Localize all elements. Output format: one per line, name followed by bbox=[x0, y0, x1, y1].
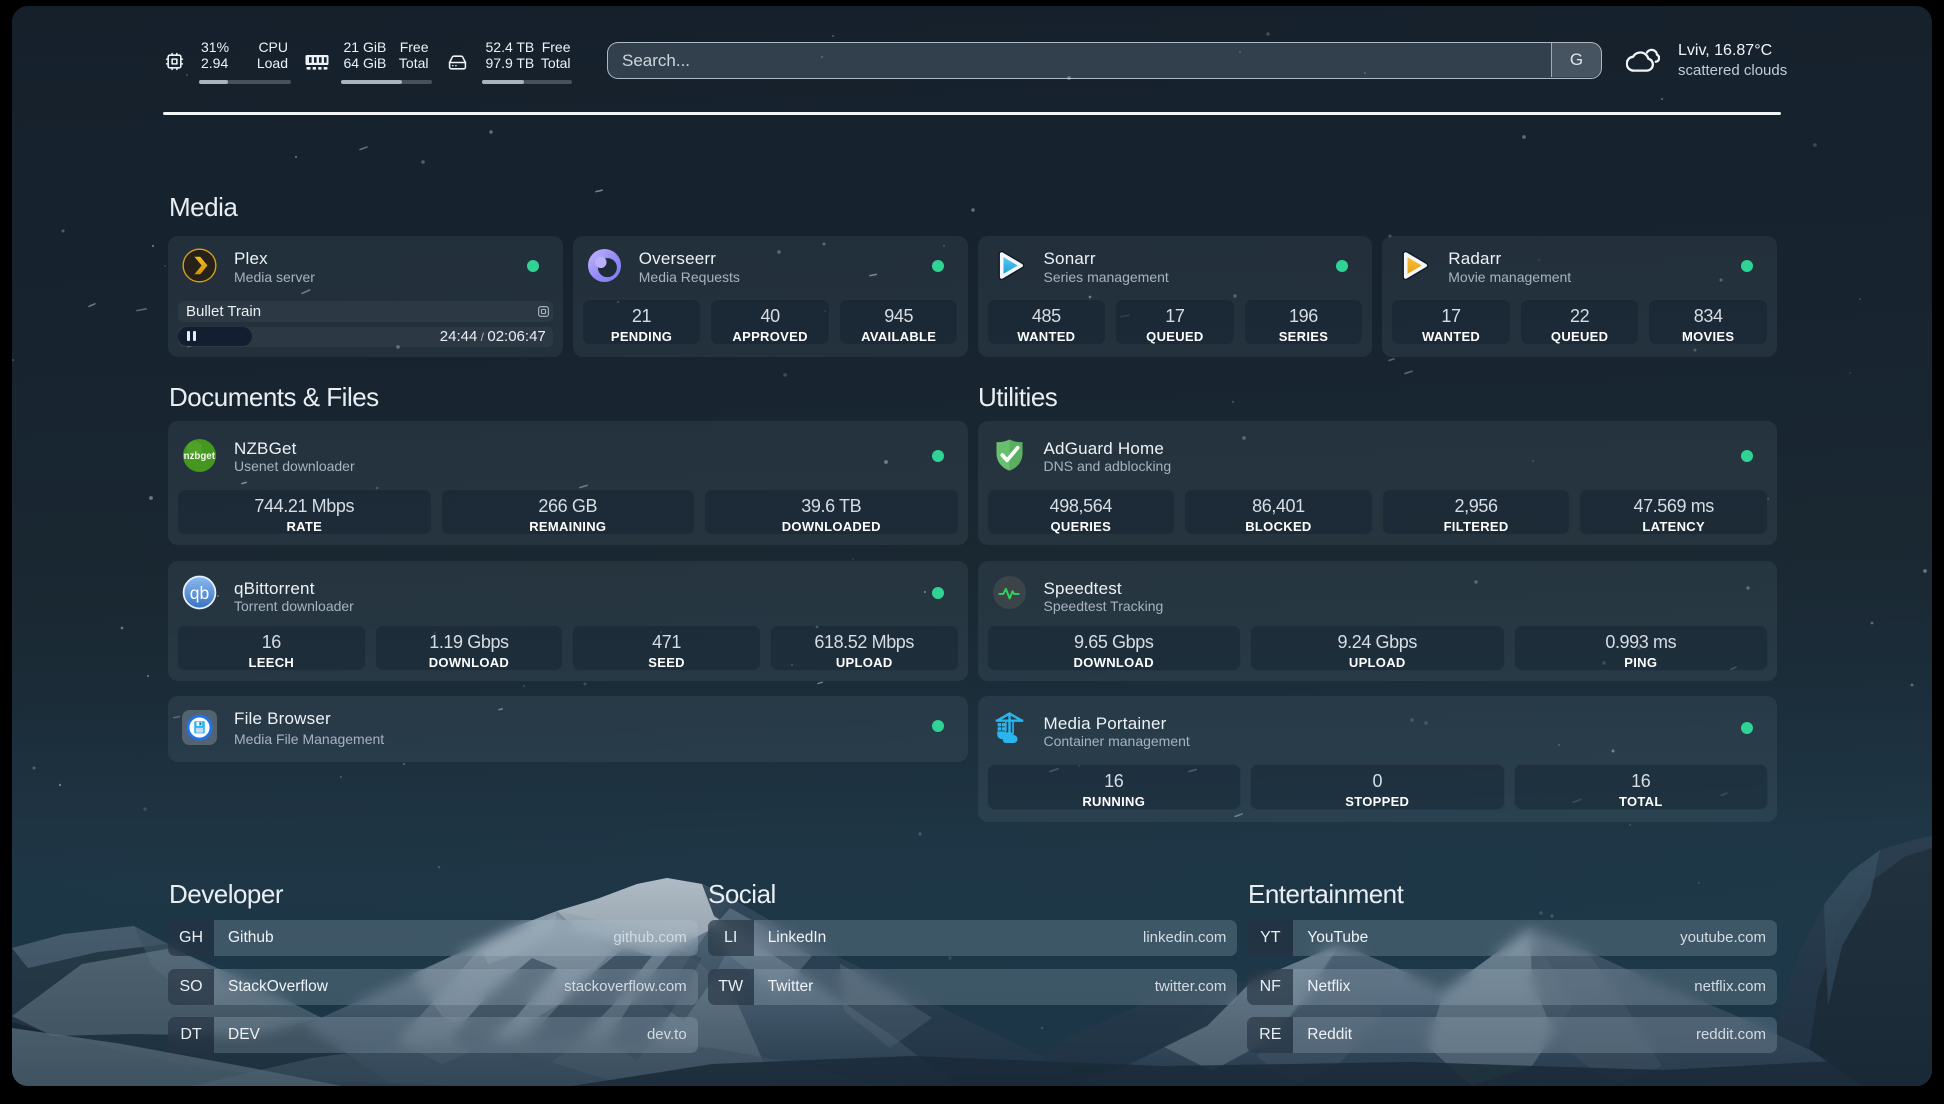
svg-text:qb: qb bbox=[190, 583, 209, 603]
svg-text:nzbget: nzbget bbox=[184, 451, 216, 462]
